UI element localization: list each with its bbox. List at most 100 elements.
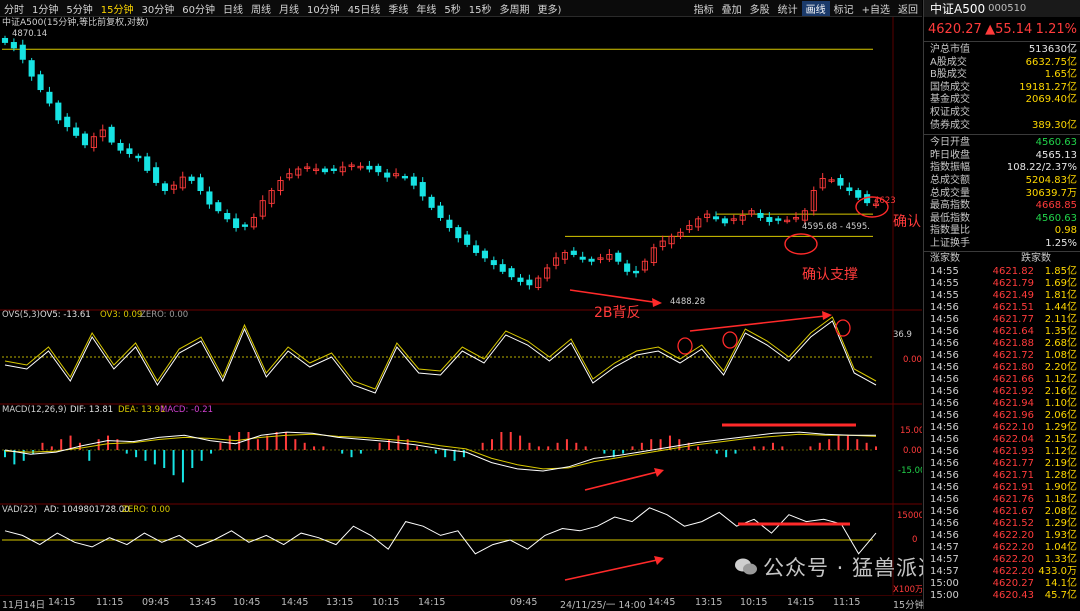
- tool-button[interactable]: 指标: [690, 1, 718, 16]
- candle: [117, 142, 124, 151]
- period-tab[interactable]: 日线: [219, 1, 247, 16]
- stat-row: 上证换手 1.25%: [924, 238, 1080, 251]
- period-tab[interactable]: 年线: [412, 1, 440, 16]
- stat-label: A股成交: [930, 56, 967, 68]
- index-stats: 今日开盘 4560.63 昨日收盘 4565.13 指数振幅 108.22/2.37% 总成…: [924, 137, 1080, 250]
- tick-amount: 1.44亿: [1044, 301, 1077, 313]
- tick-price: 4621.88: [992, 337, 1034, 349]
- tick-amount: 433.0万: [1038, 565, 1077, 577]
- tick-price: 4620.27: [992, 577, 1034, 589]
- stat-value: 4560.63: [1035, 137, 1077, 149]
- tick-amount: 1.85亿: [1044, 265, 1077, 277]
- stat-row: 总成交额 5204.83亿: [924, 175, 1080, 188]
- candle: [712, 216, 720, 220]
- period-tab[interactable]: 多周期: [496, 1, 534, 16]
- tool-button[interactable]: 标记: [830, 1, 858, 16]
- time-label: 10:45: [233, 597, 261, 608]
- index-code: 000510: [988, 3, 1027, 14]
- ovs-title: OVS(5,3): [2, 310, 40, 320]
- candle: [10, 42, 17, 49]
- stat-label: 沪总市值: [930, 44, 970, 55]
- stat-label: 指数振幅: [930, 162, 970, 174]
- ovs-peak-circle: [722, 331, 738, 349]
- candle: [241, 224, 249, 227]
- tick-price: 4621.80: [992, 361, 1034, 373]
- period-tab[interactable]: 15分钟: [97, 1, 138, 16]
- period-tab[interactable]: 1分钟: [28, 1, 62, 16]
- tick-price: 4621.92: [992, 385, 1034, 397]
- tool-button[interactable]: 画线: [801, 0, 830, 16]
- stat-value: 513630亿: [1028, 44, 1077, 55]
- stat-row: 债券成交 389.30亿: [924, 120, 1080, 133]
- divergence-arrow: [569, 289, 661, 304]
- tick-time: 14:56: [930, 409, 959, 421]
- candle: [473, 245, 480, 253]
- kline-chart[interactable]: 中证A500(15分钟,等比前复权,对数) 4870.144488.284623…: [0, 17, 922, 595]
- candle: [401, 175, 408, 179]
- stat-value: 2069.40亿: [1025, 94, 1077, 106]
- period-tab[interactable]: 30分钟: [137, 1, 178, 16]
- candle: [126, 148, 133, 154]
- period-tab[interactable]: 周线: [247, 1, 275, 16]
- time-label: 14:15: [418, 597, 446, 608]
- period-tab[interactable]: 5分钟: [62, 1, 96, 16]
- tick-time: 15:00: [930, 577, 959, 589]
- tick-time: 15:00: [930, 589, 959, 601]
- tick-row: 14:56 4621.94 1.10亿: [924, 398, 1080, 410]
- tick-price: 4621.67: [992, 505, 1034, 517]
- tick-time: 14:55: [930, 265, 959, 277]
- stat-label: 国债成交: [930, 81, 970, 93]
- time-label: 13:15: [695, 597, 723, 608]
- stat-value: 30639.7万: [1025, 187, 1077, 199]
- tick-row: 15:00 4620.27 14.1亿: [924, 578, 1080, 590]
- stat-row: 今日开盘 4560.63: [924, 137, 1080, 150]
- stat-value: 1.25%: [1045, 237, 1077, 249]
- tick-amount: 1.10亿: [1044, 397, 1077, 409]
- tick-time: 14:56: [930, 313, 959, 325]
- tool-button[interactable]: 统计: [774, 1, 802, 16]
- tick-price: 4621.72: [992, 349, 1034, 361]
- tick-time: 14:56: [930, 481, 959, 493]
- tool-buttons: 指标 叠加 多股 统计 画线 标记 +自选 返回: [690, 0, 922, 16]
- candle: [508, 268, 515, 278]
- index-title: 中证A500 000510: [924, 0, 1080, 17]
- period-tab[interactable]: 月线: [275, 1, 303, 16]
- macd-axis-pos: 15.00: [900, 426, 922, 436]
- tick-row: 14:57 4622.20 433.0万: [924, 566, 1080, 578]
- candle: [81, 133, 89, 146]
- tick-amount: 1.29亿: [1044, 421, 1077, 433]
- time-label: 11:15: [833, 597, 861, 608]
- wechat-icon: [735, 558, 757, 575]
- tick-time: 14:56: [930, 349, 959, 361]
- time-label: 13:15: [326, 597, 354, 608]
- period-tab[interactable]: 60分钟: [178, 1, 219, 16]
- period-tab[interactable]: 15秒: [465, 1, 496, 16]
- time-axis: 11月14日 14:15 11:15 09:45 13:45 10:45 14:45 13:1…: [0, 595, 924, 611]
- tick-row: 14:56 4621.64 1.35亿: [924, 326, 1080, 338]
- period-tab[interactable]: 季线: [384, 1, 412, 16]
- quote-line: 4620.27 ▲55.14 1.21%: [924, 17, 1080, 42]
- candle: [481, 250, 488, 259]
- period-tab[interactable]: 45日线: [344, 1, 385, 16]
- tick-list[interactable]: 14:55 4621.82 1.85亿 14:55 4621.79 1.69亿 14:55 4…: [924, 266, 1080, 602]
- tick-price: 4621.93: [992, 445, 1034, 457]
- period-tab[interactable]: 5秒: [440, 1, 464, 16]
- time-label: 14:45: [281, 597, 309, 608]
- candle: [375, 165, 382, 173]
- tool-button[interactable]: +自选: [858, 1, 894, 16]
- stat-value: 6632.75亿: [1025, 56, 1077, 68]
- time-label: 09:45: [510, 597, 538, 608]
- tick-price: 4622.20: [992, 553, 1034, 565]
- tool-button[interactable]: 叠加: [718, 1, 746, 16]
- period-tab[interactable]: 分时: [0, 1, 28, 16]
- tick-amount: 2.15亿: [1044, 433, 1077, 445]
- period-tab[interactable]: 更多): [534, 1, 566, 16]
- tool-button[interactable]: 返回: [894, 1, 922, 16]
- tool-button[interactable]: 多股: [746, 1, 774, 16]
- candle: [579, 256, 586, 260]
- tick-price: 4621.71: [992, 469, 1034, 481]
- stat-row: B股成交 1.65亿: [924, 69, 1080, 82]
- candle: [206, 191, 213, 205]
- period-tab[interactable]: 10分钟: [303, 1, 344, 16]
- tick-price: 4622.10: [992, 421, 1034, 433]
